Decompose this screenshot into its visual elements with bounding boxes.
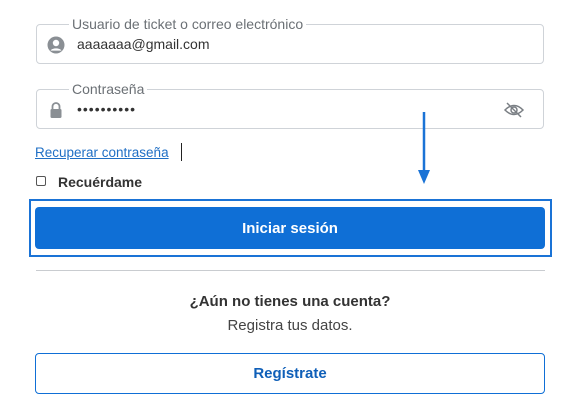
eye-icon[interactable] bbox=[503, 100, 525, 120]
no-account-heading: ¿Aún no tienes una cuenta? bbox=[189, 293, 391, 310]
text-cursor bbox=[181, 143, 182, 161]
user-field-label: Usuario de ticket o correo electrónico bbox=[69, 16, 307, 32]
user-icon bbox=[47, 36, 65, 54]
password-field-label: Contraseña bbox=[69, 81, 148, 97]
user-field-value[interactable]: aaaaaaa@gmail.com bbox=[77, 35, 210, 53]
register-prompt: Registra tus datos. bbox=[227, 317, 353, 334]
lock-icon bbox=[50, 102, 62, 118]
register-button[interactable]: Regístrate bbox=[35, 353, 545, 394]
remember-me-checkbox[interactable] bbox=[36, 176, 46, 186]
login-button[interactable]: Iniciar sesión bbox=[35, 207, 545, 249]
password-field[interactable]: Contraseña •••••••••• bbox=[36, 81, 544, 129]
recover-password-link[interactable]: Recuperar contraseña bbox=[35, 145, 169, 160]
password-field-value[interactable]: •••••••••• bbox=[77, 100, 136, 118]
remember-me-label: Recuérdame bbox=[58, 174, 143, 190]
user-field[interactable]: Usuario de ticket o correo electrónico a… bbox=[36, 16, 544, 64]
divider bbox=[36, 270, 545, 271]
annotation-arrow-icon bbox=[418, 112, 430, 184]
